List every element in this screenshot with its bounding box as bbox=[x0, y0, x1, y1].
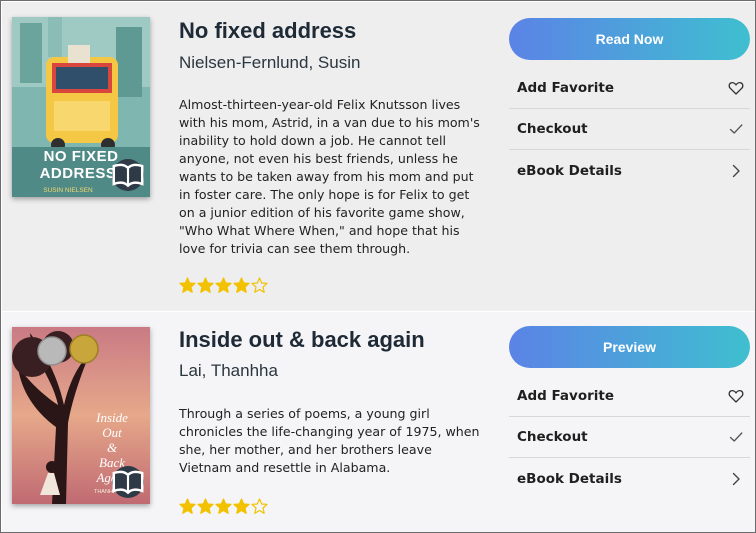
cover-title-line1: NO FIXED bbox=[44, 148, 119, 165]
book-card: NO FIXED ADDRESS SUSIN NIELSEN No fixed … bbox=[2, 2, 755, 311]
star-rating bbox=[179, 498, 268, 515]
star-filled-icon bbox=[233, 277, 250, 293]
add-favorite-item[interactable]: Add Favorite bbox=[509, 68, 750, 109]
book-author[interactable]: Lai, Thanhha bbox=[179, 361, 278, 381]
ebook-badge bbox=[112, 159, 144, 191]
ebook-details-item[interactable]: eBook Details bbox=[509, 150, 750, 191]
checkout-item[interactable]: Checkout bbox=[509, 417, 750, 458]
menu-item-label: Checkout bbox=[517, 121, 588, 137]
ebook-details-item[interactable]: eBook Details bbox=[509, 458, 750, 499]
menu-item-label: Add Favorite bbox=[517, 80, 614, 96]
book-cover[interactable]: Inside Out & Back Again THANHHA LAI bbox=[12, 327, 150, 504]
star-filled-icon bbox=[179, 277, 196, 293]
star-filled-icon bbox=[197, 498, 214, 514]
check-icon bbox=[729, 432, 743, 442]
star-empty-icon bbox=[251, 277, 268, 293]
star-filled-icon bbox=[179, 498, 196, 514]
book-card: Inside Out & Back Again THANHHA LAI Insi… bbox=[2, 312, 755, 532]
read-now-button[interactable]: Read Now bbox=[509, 18, 750, 60]
preview-button[interactable]: Preview bbox=[509, 326, 750, 368]
heart-icon bbox=[728, 82, 744, 95]
checkout-item[interactable]: Checkout bbox=[509, 109, 750, 150]
cover-title-line3: & bbox=[107, 440, 118, 455]
check-icon bbox=[729, 124, 743, 134]
menu-item-label: eBook Details bbox=[517, 470, 622, 487]
star-filled-icon bbox=[215, 498, 232, 514]
book-actions-menu: Add Favorite Checkout eBook Details bbox=[509, 376, 750, 499]
book-title[interactable]: Inside out & back again bbox=[179, 327, 425, 353]
heart-icon bbox=[728, 390, 744, 403]
chevron-right-icon bbox=[732, 164, 740, 177]
book-description: Through a series of poems, a young girl … bbox=[179, 406, 480, 475]
cover-title-line2: ADDRESS bbox=[40, 165, 117, 182]
book-title[interactable]: No fixed address bbox=[179, 18, 356, 44]
menu-item-label: Add Favorite bbox=[517, 388, 614, 404]
cover-title-line2: Out bbox=[102, 425, 122, 440]
results-list: NO FIXED ADDRESS SUSIN NIELSEN No fixed … bbox=[0, 0, 756, 533]
add-favorite-item[interactable]: Add Favorite bbox=[509, 376, 750, 417]
star-empty-icon bbox=[251, 498, 268, 514]
cover-title-line1: Inside bbox=[95, 410, 128, 425]
open-book-icon bbox=[112, 163, 144, 188]
menu-item-label: eBook Details bbox=[517, 162, 622, 179]
book-author[interactable]: Nielsen-Fernlund, Susin bbox=[179, 53, 360, 73]
star-filled-icon bbox=[233, 498, 250, 514]
star-filled-icon bbox=[215, 277, 232, 293]
book-description: Almost-thirteen-year-old Felix Knutsson … bbox=[179, 97, 480, 256]
book-actions-menu: Add Favorite Checkout eBook Details bbox=[509, 68, 750, 191]
open-book-icon bbox=[112, 470, 144, 495]
star-filled-icon bbox=[197, 277, 214, 293]
cover-author: SUSIN NIELSEN bbox=[43, 187, 93, 194]
ebook-badge bbox=[112, 466, 144, 498]
book-cover[interactable]: NO FIXED ADDRESS SUSIN NIELSEN bbox=[12, 17, 150, 197]
chevron-right-icon bbox=[732, 472, 740, 485]
star-rating bbox=[179, 277, 268, 294]
menu-item-label: Checkout bbox=[517, 429, 588, 445]
